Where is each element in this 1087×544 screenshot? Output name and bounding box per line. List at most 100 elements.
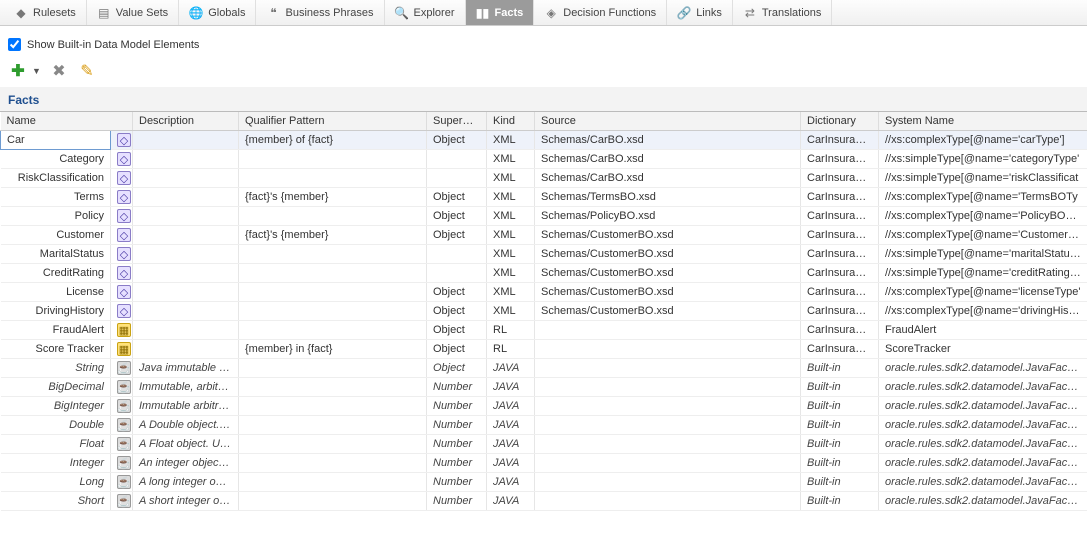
cell-description: Immutable arbitrar… <box>133 397 239 416</box>
cell-name: DrivingHistory <box>1 302 111 321</box>
tab-explorer[interactable]: 🔍Explorer <box>385 0 466 25</box>
cell-source: Schemas/CustomerBO.xsd <box>535 302 801 321</box>
cell-system: //xs:complexType[@name='TermsBOTy <box>879 188 1087 207</box>
tab-translations[interactable]: ⇄Translations <box>733 0 833 25</box>
cell-name: CreditRating <box>1 264 111 283</box>
cell-type-icon: ◇ <box>111 188 133 207</box>
cell-dictionary: CarInsuranc… <box>801 169 879 188</box>
cell-superclass: Object <box>427 283 487 302</box>
cell-superclass <box>427 245 487 264</box>
table-row[interactable]: RiskClassification◇XMLSchemas/CarBO.xsdC… <box>1 169 1087 188</box>
col-dictionary[interactable]: Dictionary <box>801 112 879 131</box>
tab-business-phrases[interactable]: ❝Business Phrases <box>256 0 384 25</box>
cell-type-icon: ◇ <box>111 283 133 302</box>
table-row[interactable]: Short☕A short integer obj…NumberJAVABuil… <box>1 492 1087 511</box>
cell-description <box>133 150 239 169</box>
cell-type-icon: ◇ <box>111 264 133 283</box>
show-builtin-input[interactable] <box>8 38 21 51</box>
tab-value-sets[interactable]: ▤Value Sets <box>87 0 179 25</box>
rl-fact-icon: ▦ <box>117 342 131 356</box>
cell-name: License <box>1 283 111 302</box>
cell-name: Policy <box>1 207 111 226</box>
java-fact-icon: ☕ <box>117 399 131 413</box>
table-row[interactable]: BigDecimal☕Immutable, arbitra…NumberJAVA… <box>1 378 1087 397</box>
cell-description: A short integer obj… <box>133 492 239 511</box>
cell-source: Schemas/CarBO.xsd <box>535 131 801 150</box>
table-row[interactable]: CreditRating◇XMLSchemas/CustomerBO.xsdCa… <box>1 264 1087 283</box>
cell-dictionary: Built-in <box>801 473 879 492</box>
table-row[interactable]: Score Tracker▦{member} in {fact}ObjectRL… <box>1 340 1087 359</box>
cell-name: Customer <box>1 226 111 245</box>
cell-dictionary: Built-in <box>801 435 879 454</box>
col-superclass[interactable]: SuperClass <box>427 112 487 131</box>
cell-superclass <box>427 169 487 188</box>
cell-source <box>535 454 801 473</box>
cell-dictionary: CarInsuranc… <box>801 131 879 150</box>
cell-kind: JAVA <box>487 492 535 511</box>
tab-rulesets-icon: ◆ <box>14 6 28 20</box>
table-row[interactable]: Category◇XMLSchemas/CarBO.xsdCarInsuranc… <box>1 150 1087 169</box>
table-row[interactable]: DrivingHistory◇ObjectXMLSchemas/Customer… <box>1 302 1087 321</box>
cell-source <box>535 473 801 492</box>
cell-system: oracle.rules.sdk2.datamodel.JavaFactTy <box>879 454 1087 473</box>
delete-button[interactable]: ✖ <box>49 61 69 81</box>
col-source[interactable]: Source <box>535 112 801 131</box>
col-kind[interactable]: Kind <box>487 112 535 131</box>
cell-kind: XML <box>487 245 535 264</box>
table-row[interactable]: Policy◇ObjectXMLSchemas/PolicyBO.xsdCarI… <box>1 207 1087 226</box>
tab-business-phrases-label: Business Phrases <box>285 7 373 19</box>
show-builtin-label: Show Built-in Data Model Elements <box>27 39 199 51</box>
cell-type-icon: ☕ <box>111 473 133 492</box>
tab-rulesets-label: Rulesets <box>33 7 76 19</box>
cell-source <box>535 492 801 511</box>
cell-source <box>535 416 801 435</box>
table-row[interactable]: Car◇{member} of {fact}ObjectXMLSchemas/C… <box>1 131 1087 150</box>
cell-source: Schemas/CustomerBO.xsd <box>535 283 801 302</box>
cell-superclass: Object <box>427 359 487 378</box>
cell-description <box>133 245 239 264</box>
cell-name: String <box>1 359 111 378</box>
tabbar: ◆ Rulesets ▤Value Sets🌐Globals❝Business Ph… <box>0 0 1087 26</box>
cell-qualifier <box>239 302 427 321</box>
java-fact-icon: ☕ <box>117 380 131 394</box>
cell-name: Category <box>1 150 111 169</box>
cell-superclass <box>427 264 487 283</box>
cell-qualifier <box>239 245 427 264</box>
table-row[interactable]: License◇ObjectXMLSchemas/CustomerBO.xsdC… <box>1 283 1087 302</box>
table-row[interactable]: BigInteger☕Immutable arbitrar…NumberJAVA… <box>1 397 1087 416</box>
add-button[interactable]: ✚ <box>8 61 28 81</box>
col-description[interactable]: Description <box>133 112 239 131</box>
table-row[interactable]: FraudAlert▦ObjectRLCarInsuranc…FraudAler… <box>1 321 1087 340</box>
tab-links[interactable]: 🔗Links <box>667 0 733 25</box>
col-qualifier[interactable]: Qualifier Pattern <box>239 112 427 131</box>
cell-dictionary: Built-in <box>801 359 879 378</box>
cell-system: oracle.rules.sdk2.datamodel.JavaFactTy <box>879 359 1087 378</box>
cell-qualifier <box>239 207 427 226</box>
table-row[interactable]: Double☕A Double object. U…NumberJAVABuil… <box>1 416 1087 435</box>
show-builtin-checkbox[interactable]: Show Built-in Data Model Elements <box>8 38 1079 51</box>
edit-button[interactable]: ✎ <box>77 61 97 81</box>
add-dropdown-arrow[interactable]: ▼ <box>32 66 41 76</box>
table-row[interactable]: MaritalStatus◇XMLSchemas/CustomerBO.xsdC… <box>1 245 1087 264</box>
cell-qualifier: {member} in {fact} <box>239 340 427 359</box>
cell-system: FraudAlert <box>879 321 1087 340</box>
cell-superclass <box>427 150 487 169</box>
tab-decision-functions[interactable]: ◈Decision Functions <box>534 0 667 25</box>
cell-dictionary: CarInsuranc… <box>801 207 879 226</box>
cell-name: FraudAlert <box>1 321 111 340</box>
table-row[interactable]: Customer◇{fact}'s {member}ObjectXMLSchem… <box>1 226 1087 245</box>
tab-globals-label: Globals <box>208 7 245 19</box>
table-row[interactable]: String☕Java immutable ch…ObjectJAVABuilt… <box>1 359 1087 378</box>
col-system[interactable]: System Name <box>879 112 1087 131</box>
section-title: Facts <box>0 87 1087 112</box>
col-name[interactable]: Name <box>1 112 133 131</box>
table-row[interactable]: Terms◇{fact}'s {member}ObjectXMLSchemas/… <box>1 188 1087 207</box>
cell-name: Terms <box>1 188 111 207</box>
table-row[interactable]: Integer☕An integer object. …NumberJAVABu… <box>1 454 1087 473</box>
cell-source: Schemas/CarBO.xsd <box>535 169 801 188</box>
table-row[interactable]: Float☕A Float object. Unl…NumberJAVABuil… <box>1 435 1087 454</box>
tab-globals[interactable]: 🌐Globals <box>179 0 256 25</box>
table-row[interactable]: Long☕A long integer obj…NumberJAVABuilt-… <box>1 473 1087 492</box>
tab-facts[interactable]: ▮▮Facts <box>466 0 535 25</box>
tab-rulesets[interactable]: ◆ Rulesets <box>4 0 87 25</box>
